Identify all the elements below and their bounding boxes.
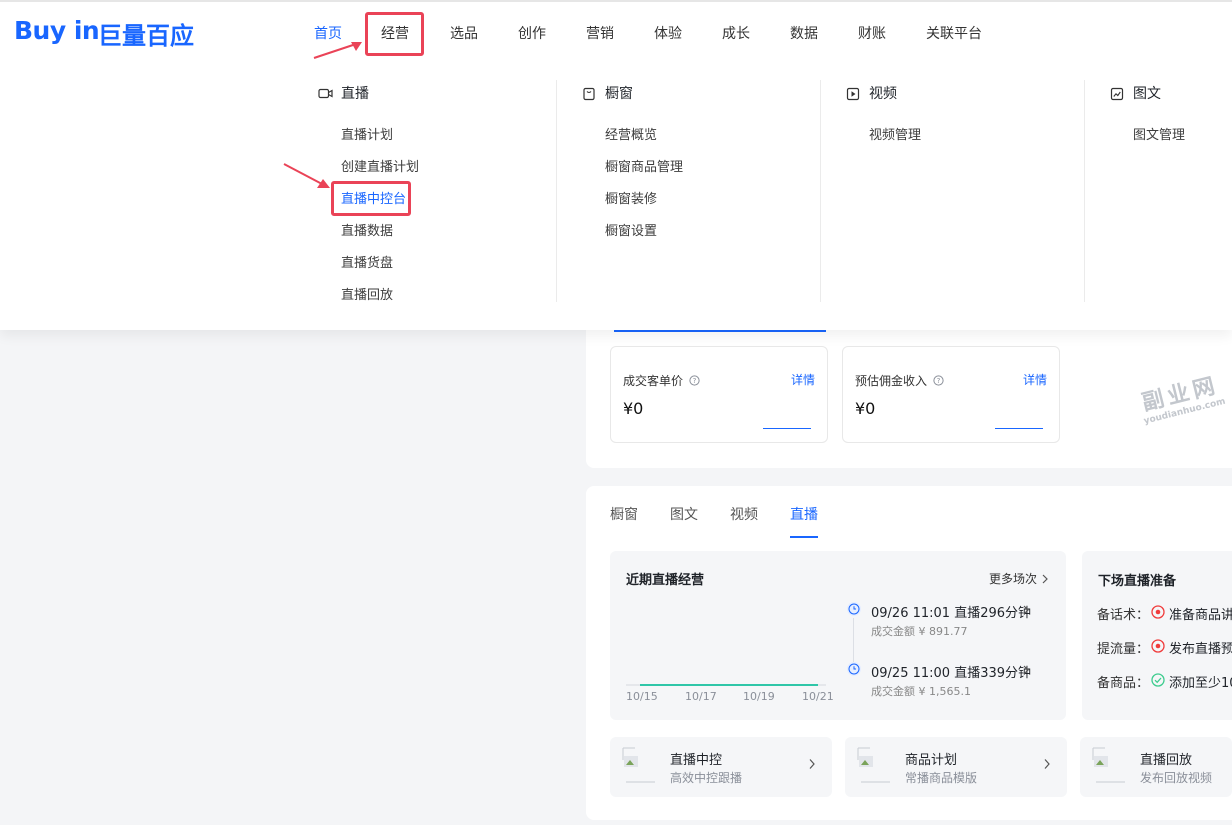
menu-item-live-data[interactable]: 直播数据 (341, 223, 393, 241)
nav-item-data[interactable]: 数据 (790, 24, 818, 44)
help-icon: ? (933, 375, 944, 386)
menu-item-live-plan[interactable]: 直播计划 (341, 127, 393, 145)
shortcut-subtitle: 发布回放视频 (1140, 771, 1213, 785)
tab-image-text[interactable]: 图文 (670, 504, 698, 524)
image-text-icon (1110, 87, 1124, 101)
x-axis-label: 10/15 (626, 690, 658, 703)
alert-circle-icon (1151, 639, 1165, 653)
session-title[interactable]: 09/25 11:00 直播339分钟 (871, 662, 1031, 681)
nav-item-growth[interactable]: 成长 (722, 24, 750, 44)
shortcut-title: 直播中控 (670, 753, 723, 768)
play-icon (846, 87, 860, 101)
menu-item-video-manage[interactable]: 视频管理 (869, 127, 921, 145)
stat-card-avg-order: 成交客单价 ? 详情 ¥0 (610, 346, 828, 443)
nav-item-product-selection[interactable]: 选品 (450, 24, 478, 44)
stat-label: 成交客单价 ? (623, 372, 700, 389)
stats-top-accent-line (614, 330, 826, 332)
stat-value: ¥0 (855, 399, 876, 418)
nav-item-linked-platforms[interactable]: 关联平台 (926, 24, 982, 44)
nav-item-creation[interactable]: 创作 (518, 24, 546, 44)
svg-text:?: ? (936, 377, 940, 385)
prep-label: 备话术： (1097, 608, 1150, 623)
chevron-right-icon (1044, 759, 1050, 769)
broken-image-icon (857, 747, 890, 783)
menu-item-window-settings[interactable]: 橱窗设置 (605, 223, 657, 241)
stat-label: 预估佣金收入 ? (855, 372, 944, 389)
session-amount: 成交金额 ¥ 1,565.1 (871, 685, 971, 698)
stat-trend-line (763, 428, 811, 429)
column-divider (820, 80, 821, 302)
nav-item-experience[interactable]: 体验 (654, 24, 682, 44)
stat-detail-link[interactable]: 详情 (791, 371, 815, 388)
main-nav: 首页 经营 选品 创作 营销 体验 成长 数据 财账 关联平台 (0, 2, 1232, 54)
top-navigation-bar: Buy in 巨量百应 首页 经营 选品 创作 营销 体验 成长 数据 财账 关… (0, 0, 1232, 54)
menu-item-image-text-manage[interactable]: 图文管理 (1133, 127, 1185, 145)
chevron-right-icon (809, 759, 815, 769)
clock-icon (847, 662, 861, 676)
tab-window[interactable]: 橱窗 (610, 504, 638, 524)
stat-card-commission: 预估佣金收入 ? 详情 ¥0 (842, 346, 1060, 443)
stat-value: ¥0 (623, 399, 644, 418)
menu-item-create-live-plan[interactable]: 创建直播计划 (341, 159, 419, 177)
broken-image-icon (1092, 747, 1125, 783)
video-camera-icon (318, 88, 333, 99)
tab-active-indicator (790, 536, 818, 538)
broken-image-icon (622, 747, 655, 783)
annotation-arrow (313, 42, 362, 59)
shortcut-title: 商品计划 (905, 753, 958, 768)
next-live-title: 下场直播准备 (1098, 574, 1177, 589)
shortcut-subtitle: 常播商品模版 (905, 771, 978, 785)
clock-icon (847, 602, 861, 616)
chevron-right-icon (1023, 605, 1029, 615)
column-divider (1084, 80, 1085, 302)
help-icon: ? (689, 375, 700, 386)
menu-item-window-decor[interactable]: 橱窗装修 (605, 191, 657, 209)
prep-text[interactable]: 添加至少10 (1169, 672, 1232, 691)
prep-text[interactable]: 准备商品讲 (1169, 604, 1232, 623)
recent-live-title: 近期直播经营 (626, 573, 705, 588)
annotation-arrow (283, 163, 330, 188)
chevron-right-icon (1023, 665, 1029, 675)
more-sessions-link[interactable]: 更多场次 (989, 570, 1049, 587)
tab-video[interactable]: 视频 (730, 504, 758, 524)
highlight-box-business-nav (365, 12, 424, 56)
session-amount: 成交金额 ¥ 891.77 (871, 625, 968, 638)
shortcut-subtitle: 高效中控跟播 (670, 771, 743, 785)
stat-detail-link[interactable]: 详情 (1023, 371, 1047, 388)
highlight-box-live-console (331, 181, 411, 216)
alert-circle-icon (1151, 605, 1165, 619)
x-axis-label: 10/19 (743, 690, 775, 703)
business-mega-menu: 直播 直播计划 创建直播计划 直播中控台 直播数据 直播货盘 直播回放 橱窗 经… (0, 54, 1232, 330)
shortcut-live-control[interactable]: 直播中控 高效中控跟播 (610, 737, 832, 797)
nav-item-finance[interactable]: 财账 (858, 24, 886, 44)
session-title[interactable]: 09/26 11:01 直播296分钟 (871, 602, 1031, 621)
shortcut-live-replay[interactable]: 直播回放 发布回放视频 (1080, 737, 1232, 797)
prep-label: 备商品： (1097, 676, 1150, 691)
shortcut-title: 直播回放 (1140, 753, 1193, 768)
shortcut-product-plan[interactable]: 商品计划 常播商品模版 (845, 737, 1067, 797)
chevron-right-icon (1042, 574, 1048, 584)
menu-item-live-goods[interactable]: 直播货盘 (341, 255, 393, 273)
x-axis-label: 10/17 (685, 690, 717, 703)
check-circle-icon (1151, 673, 1165, 687)
tab-live[interactable]: 直播 (790, 504, 818, 524)
stat-trend-line (995, 428, 1043, 429)
x-axis-label: 10/21 (802, 690, 834, 703)
prep-text[interactable]: 发布直播预 (1169, 638, 1232, 657)
prep-label: 提流量： (1097, 642, 1150, 657)
menu-item-business-overview[interactable]: 经营概览 (605, 127, 657, 145)
nav-item-marketing[interactable]: 营销 (586, 24, 614, 44)
menu-item-window-products[interactable]: 橱窗商品管理 (605, 159, 683, 177)
window-icon (583, 87, 595, 101)
menu-item-live-replay[interactable]: 直播回放 (341, 287, 393, 305)
svg-text:?: ? (692, 377, 696, 385)
column-divider (556, 80, 557, 302)
